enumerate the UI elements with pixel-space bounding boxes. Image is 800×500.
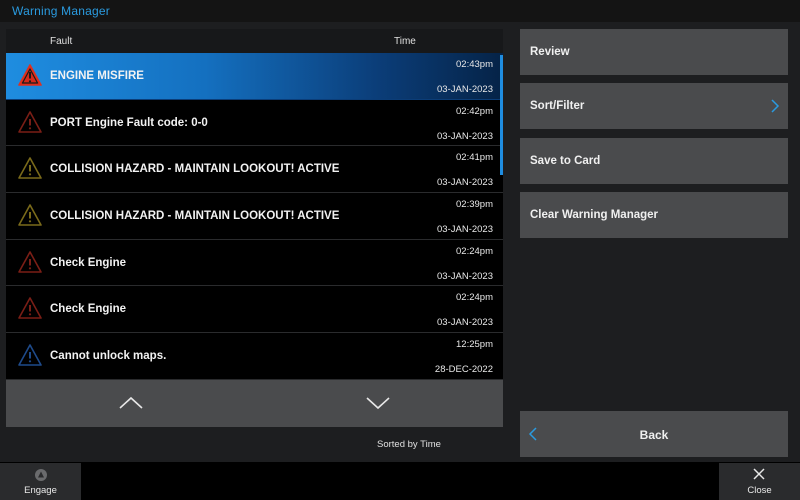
fault-list: ENGINE MISFIRE 02:43pm 03-JAN-2023 PORT Eng…: [6, 53, 503, 380]
sort-filter-button-label: Sort/Filter: [530, 100, 585, 112]
fault-date: 03-JAN-2023: [437, 177, 493, 189]
save-to-card-button-label: Save to Card: [530, 155, 601, 167]
engage-button-label: Engage: [24, 485, 57, 496]
warning-icon: [18, 110, 42, 133]
fault-row[interactable]: Check Engine 02:24pm 03-JAN-2023: [6, 286, 503, 334]
fault-date: 03-JAN-2023: [437, 224, 493, 236]
warning-icon: [18, 250, 42, 273]
fault-row[interactable]: Check Engine 02:24pm 03-JAN-2023: [6, 239, 503, 287]
fault-time: 02:39pm: [456, 199, 493, 211]
fault-time: 12:25pm: [456, 339, 493, 351]
scroll-down-icon[interactable]: [363, 390, 393, 416]
sort-status-label: Sorted by Time: [377, 439, 441, 450]
fault-text: Cannot unlock maps.: [50, 350, 167, 363]
fault-time: 02:41pm: [456, 152, 493, 164]
fault-date: 28-DEC-2022: [434, 364, 493, 376]
warning-icon: [18, 344, 42, 366]
close-button-label: Close: [747, 485, 772, 496]
fault-row[interactable]: PORT Engine Fault code: 0-0 02:42pm 03-JAN…: [6, 99, 503, 147]
close-icon: [753, 468, 765, 480]
back-button[interactable]: Back: [520, 411, 788, 457]
list-nav-bar: [6, 380, 503, 427]
fault-text: Check Engine: [50, 256, 127, 269]
warning-icon: [18, 204, 42, 226]
fault-row[interactable]: COLLISION HAZARD - MAINTAIN LOOKOUT! ACT…: [6, 146, 503, 194]
title-bar: Warning Manager: [0, 0, 800, 22]
fault-date: 03-JAN-2023: [437, 84, 493, 95]
fault-date: 03-JAN-2023: [437, 270, 493, 282]
fault-time: 02:43pm: [456, 59, 493, 70]
review-button-label: Review: [530, 46, 570, 58]
warning-icon: [18, 157, 42, 180]
back-button-label: Back: [639, 428, 669, 442]
fault-row[interactable]: ENGINE MISFIRE 02:43pm 03-JAN-2023: [6, 53, 503, 100]
fault-text: PORT Engine Fault code: 0-0: [50, 116, 208, 129]
scroll-up-icon[interactable]: [116, 390, 146, 416]
bottom-bar: Engage Close: [0, 462, 800, 500]
clear-warning-manager-button[interactable]: Clear Warning Manager: [520, 192, 788, 238]
chevron-right-icon: [771, 99, 780, 113]
list-header: Fault Time: [6, 29, 503, 53]
fault-text: Check Engine: [50, 303, 127, 316]
warning-icon: [18, 297, 42, 320]
clear-button-label: Clear Warning Manager: [530, 209, 659, 221]
fault-time: 02:24pm: [456, 245, 493, 257]
list-scrollbar[interactable]: [500, 55, 503, 175]
fault-row[interactable]: COLLISION HAZARD - MAINTAIN LOOKOUT! ACT…: [6, 193, 503, 240]
autopilot-engage-icon: [35, 469, 47, 481]
review-button[interactable]: Review: [520, 29, 788, 75]
fault-time: 02:24pm: [456, 292, 493, 304]
fault-text: ENGINE MISFIRE: [50, 70, 144, 82]
window-title: Warning Manager: [12, 4, 110, 18]
fault-list-panel: Fault Time ENGINE MISFIRE 02:43pm 03-JAN-2…: [6, 29, 503, 380]
fault-date: 03-JAN-2023: [437, 317, 493, 329]
column-header-time[interactable]: Time: [394, 36, 416, 47]
engage-button[interactable]: Engage: [0, 463, 81, 500]
fault-date: 03-JAN-2023: [437, 130, 493, 142]
fault-text: COLLISION HAZARD - MAINTAIN LOOKOUT! ACT…: [50, 163, 340, 176]
fault-text: COLLISION HAZARD - MAINTAIN LOOKOUT! ACT…: [50, 210, 340, 223]
fault-row[interactable]: Cannot unlock maps. 12:25pm 28-DEC-2022: [6, 333, 503, 380]
save-to-card-button[interactable]: Save to Card: [520, 138, 788, 184]
fault-time: 02:42pm: [456, 105, 493, 117]
column-header-fault[interactable]: Fault: [50, 36, 72, 47]
warning-icon: [18, 64, 42, 86]
close-button[interactable]: Close: [719, 463, 800, 500]
sort-filter-button[interactable]: Sort/Filter: [520, 83, 788, 129]
